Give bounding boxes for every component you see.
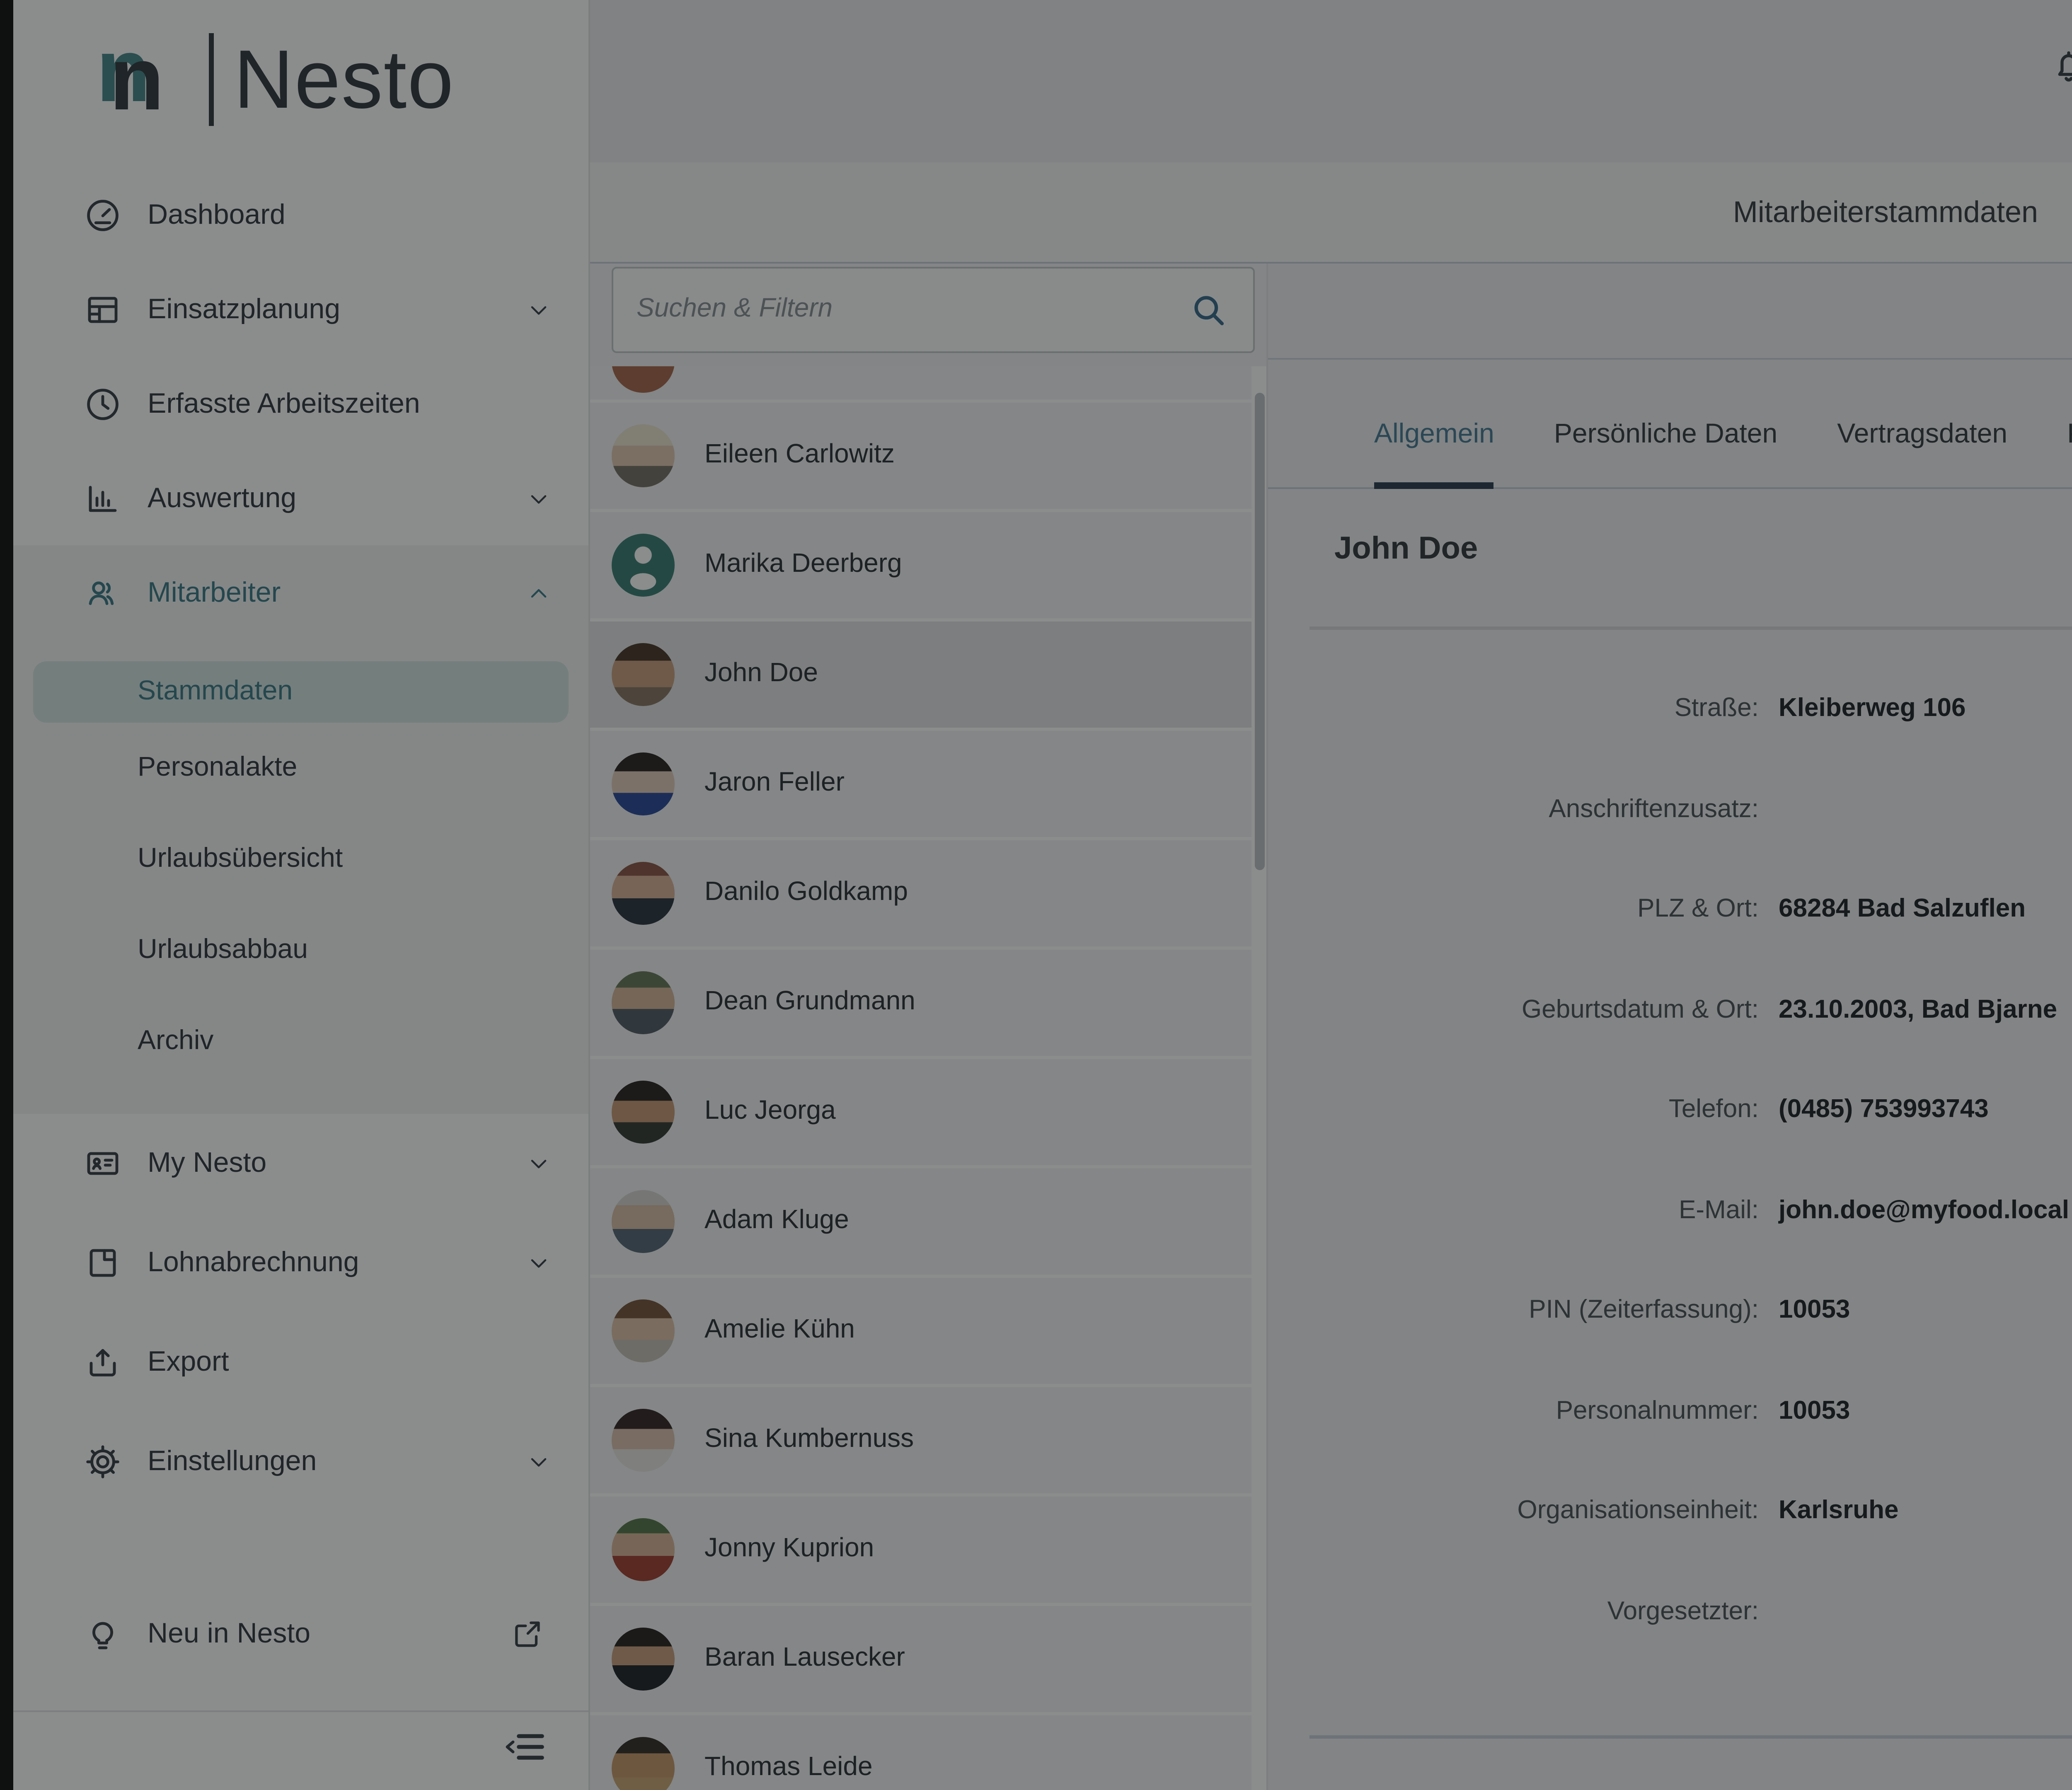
app-window: n n Nesto Dashboard Einsatzplanung Erfas…	[0, 0, 2072, 1790]
tutorial-dim-overlay	[0, 0, 2072, 1790]
